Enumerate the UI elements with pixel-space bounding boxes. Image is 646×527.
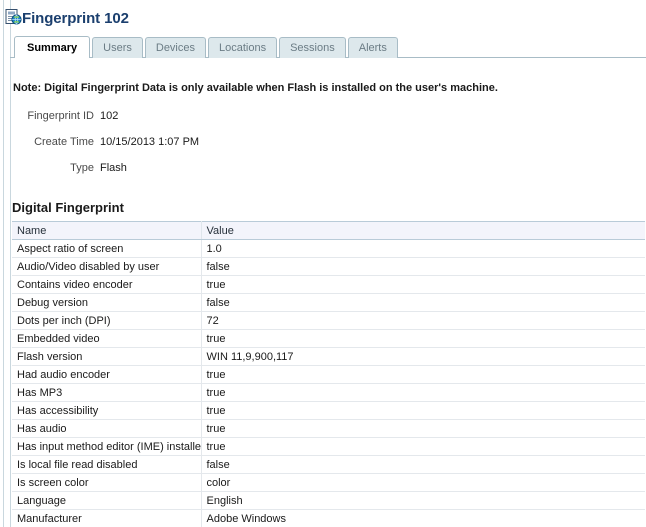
tab-label: Alerts <box>358 42 387 54</box>
table-row[interactable]: Manufacturer Adobe Windows <box>12 509 645 527</box>
table-row[interactable]: Audio/Video disabled by user false <box>12 257 645 276</box>
table-row[interactable]: Has input method editor (IME) installed t… <box>12 437 645 456</box>
table-row[interactable]: Is screen color color <box>12 473 645 492</box>
table-row[interactable]: Embedded video true <box>12 329 645 348</box>
page-title: Fingerprint 102 <box>22 9 129 27</box>
tab-devices[interactable]: Devices <box>144 37 206 58</box>
tab-bar: Summary Users Devices Locations Sessions… <box>10 36 646 58</box>
field-value: Flash <box>100 162 127 174</box>
column-header-name[interactable]: Name <box>12 221 202 240</box>
column-header-value[interactable]: Value <box>201 221 645 240</box>
cell-value: true <box>201 401 645 420</box>
table-row[interactable]: Language English <box>12 491 645 510</box>
cell-value: color <box>201 473 645 492</box>
cell-value: false <box>201 257 645 276</box>
flash-note: Note: Digital Fingerprint Data is only a… <box>13 82 498 94</box>
field-value: 10/15/2013 1:07 PM <box>100 136 200 148</box>
summary-field-list: Fingerprint ID 102 Create Time 10/15/201… <box>11 110 311 188</box>
cell-name: Debug version <box>12 293 202 312</box>
cell-value: 72 <box>201 311 645 330</box>
page-header: Fingerprint 102 <box>22 7 129 29</box>
cell-value: Adobe Windows <box>201 509 645 527</box>
left-rail-outer <box>3 0 4 527</box>
tab-sessions[interactable]: Sessions <box>279 37 346 58</box>
cell-name: Is local file read disabled <box>12 455 202 474</box>
cell-value: 1.0 <box>201 239 645 258</box>
table-header-row: Name Value <box>12 221 645 240</box>
section-heading-digital-fingerprint: Digital Fingerprint <box>12 200 124 215</box>
field-label: Fingerprint ID <box>27 110 94 122</box>
table-header: Name Value <box>12 221 645 240</box>
tab-label: Devices <box>155 42 195 54</box>
fingerprint-detail-page: Fingerprint 102 Summary Users Devices Lo… <box>0 0 646 527</box>
cell-name: Embedded video <box>12 329 202 348</box>
table-row[interactable]: Dots per inch (DPI) 72 <box>12 311 645 330</box>
table-row[interactable]: Contains video encoder true <box>12 275 645 294</box>
cell-name: Dots per inch (DPI) <box>12 311 202 330</box>
cell-name: Aspect ratio of screen <box>12 239 202 258</box>
cell-value: false <box>201 455 645 474</box>
field-type: Type Flash <box>11 162 311 188</box>
table-row[interactable]: Had audio encoder true <box>12 365 645 384</box>
cell-name: Flash version <box>12 347 202 366</box>
cell-name: Language <box>12 491 202 510</box>
tab-users[interactable]: Users <box>92 37 143 58</box>
tab-label: Sessions <box>290 42 335 54</box>
tab-alerts[interactable]: Alerts <box>347 37 398 58</box>
cell-name: Had audio encoder <box>12 365 202 384</box>
digital-fingerprint-table: Name Value Aspect ratio of screen 1.0 Audi… <box>12 221 645 527</box>
cell-name: Has audio <box>12 419 202 438</box>
table-row[interactable]: Has MP3 true <box>12 383 645 402</box>
cell-name: Contains video encoder <box>12 275 202 294</box>
table-row[interactable]: Debug version false <box>12 293 645 312</box>
table-row[interactable]: Is local file read disabled false <box>12 455 645 474</box>
cell-name: Is screen color <box>12 473 202 492</box>
cell-name: Has accessibility <box>12 401 202 420</box>
table-row[interactable]: Aspect ratio of screen 1.0 <box>12 239 645 258</box>
field-label: Type <box>70 162 94 174</box>
cell-value: WIN 11,9,900,117 <box>201 347 645 366</box>
tab-label: Summary <box>27 41 78 54</box>
table-row[interactable]: Flash version WIN 11,9,900,117 <box>12 347 645 366</box>
cell-value: true <box>201 275 645 294</box>
tab-panel-summary: Note: Digital Fingerprint Data is only a… <box>11 58 645 527</box>
field-fingerprint-id: Fingerprint ID 102 <box>11 110 311 136</box>
document-globe-icon <box>5 9 22 25</box>
tab-label: Locations <box>219 42 267 54</box>
cell-value: false <box>201 293 645 312</box>
tab-list: Summary Users Devices Locations Sessions… <box>14 36 398 58</box>
cell-value: true <box>201 365 645 384</box>
field-label: Create Time <box>34 136 94 148</box>
table-row[interactable]: Has accessibility true <box>12 401 645 420</box>
tab-summary[interactable]: Summary <box>14 36 91 58</box>
table-body: Aspect ratio of screen 1.0 Audio/Video dis… <box>12 239 645 527</box>
cell-name: Manufacturer <box>12 509 202 527</box>
field-value: 102 <box>100 110 119 122</box>
tab-locations[interactable]: Locations <box>208 37 278 58</box>
tab-label: Users <box>103 42 132 54</box>
field-create-time: Create Time 10/15/2013 1:07 PM <box>11 136 311 162</box>
cell-name: Has input method editor (IME) installed <box>12 437 202 456</box>
cell-value: true <box>201 383 645 402</box>
table-row[interactable]: Has audio true <box>12 419 645 438</box>
cell-value: English <box>201 491 645 510</box>
cell-value: true <box>201 437 645 456</box>
cell-name: Has MP3 <box>12 383 202 402</box>
cell-value: true <box>201 419 645 438</box>
cell-value: true <box>201 329 645 348</box>
cell-name: Audio/Video disabled by user <box>12 257 202 276</box>
